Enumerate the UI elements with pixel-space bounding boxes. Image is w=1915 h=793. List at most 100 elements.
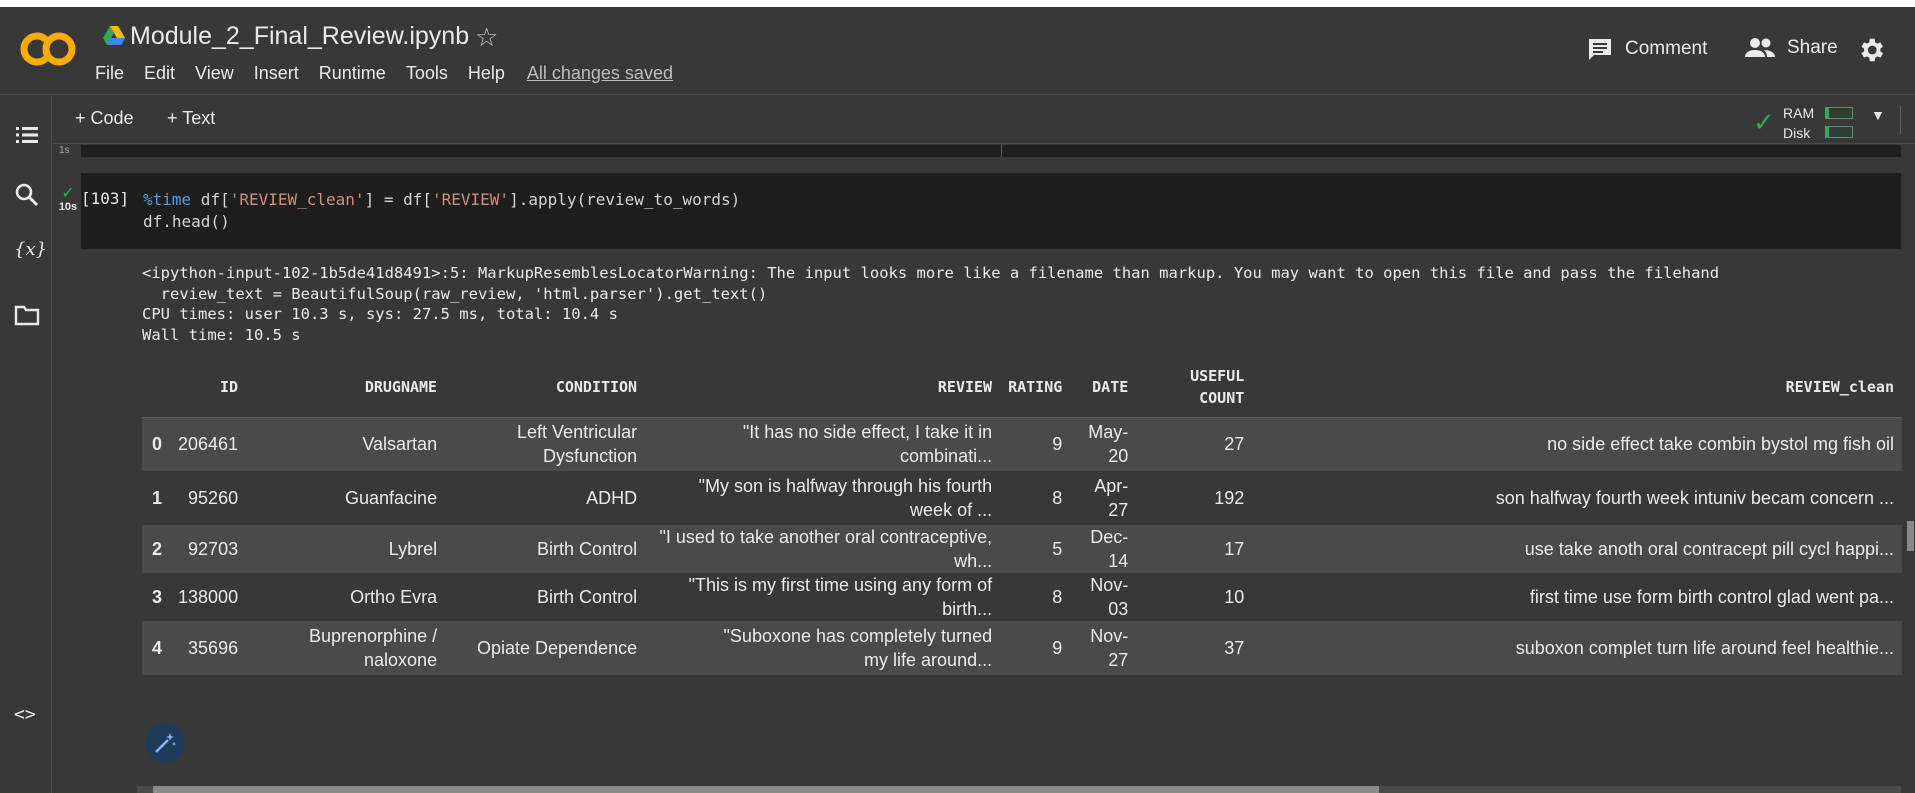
table-row: 4 35696 Buprenorphine / naloxone Opiate … [142, 621, 1902, 675]
menu-edit[interactable]: Edit [144, 63, 175, 84]
output-warning-line: <ipython-input-102-1b5de41d8491>:5: Mark… [142, 264, 1720, 282]
disk-label: Disk [1783, 125, 1811, 141]
connected-check-icon: ✓ [1753, 107, 1775, 137]
cell-review-clean: first time use form birth control glad w… [1252, 573, 1902, 621]
toolbar-divider [1900, 106, 1901, 134]
run-success-check-icon: ✓ [61, 185, 75, 202]
cell-review: "It has no side effect, I take it in com… [645, 417, 1001, 471]
cell-condition: Birth Control [445, 525, 646, 573]
row-index: 0 [142, 417, 171, 471]
menu-tools[interactable]: Tools [406, 63, 448, 84]
search-icon[interactable] [14, 182, 40, 208]
cell-drugname: Lybrel [246, 525, 446, 573]
output-cpu-times: CPU times: user 10.3 s, sys: 27.5 ms, to… [142, 305, 618, 323]
code-snippets-icon[interactable]: <> [14, 704, 36, 725]
notebook-content: 1s %time df['REVIEW_clean'] = df['REVIEW… [53, 145, 1915, 793]
cell-id: 95260 [170, 471, 247, 525]
column-header-drugname: DRUGNAME [246, 357, 446, 418]
cell-drugname: Guanfacine [246, 471, 446, 525]
column-header-rating: RATING [1000, 357, 1071, 418]
table-row: 1 95260 Guanfacine ADHD "My son is halfw… [142, 471, 1902, 525]
cell-review-clean: suboxon complet turn life around feel he… [1252, 621, 1902, 675]
cell-id: 92703 [170, 525, 247, 573]
magic-wand-icon [155, 733, 176, 753]
cell-id: 206461 [170, 417, 247, 471]
cell-review: "Suboxone has completely turned my life … [645, 621, 1001, 675]
table-header-row: ID DRUGNAME CONDITION REVIEW RATING DATE… [142, 357, 1902, 418]
column-header-id: ID [170, 357, 247, 418]
run-duration: 10s [58, 201, 78, 213]
scrollbar-thumb[interactable] [153, 786, 1379, 793]
save-status-link[interactable]: All changes saved [527, 63, 673, 84]
row-index: 2 [142, 525, 171, 573]
cell-useful-count: 17 [1136, 525, 1253, 573]
table-row: 2 92703 Lybrel Birth Control "I used to … [142, 525, 1902, 573]
share-button[interactable]: Share [1745, 37, 1838, 59]
cell-date: Nov-03 [1070, 573, 1137, 621]
cell-drugname: Ortho Evra [246, 573, 446, 621]
column-header-date: DATE [1070, 357, 1137, 418]
notebook-title[interactable]: Module_2_Final_Review.ipynb [130, 22, 469, 51]
generate-code-button[interactable] [145, 723, 185, 763]
cell-useful-count: 10 [1136, 573, 1253, 621]
menu-insert[interactable]: Insert [254, 63, 299, 84]
code-string: 'REVIEW_clean' [229, 190, 365, 209]
colab-logo-icon[interactable] [20, 29, 76, 69]
left-sidebar: {x} <> [0, 96, 52, 793]
menu-view[interactable]: View [195, 63, 234, 84]
files-folder-icon[interactable] [14, 302, 40, 328]
cell-review-clean: use take anoth oral contracept pill cycl… [1252, 525, 1902, 573]
cell-useful-count: 192 [1136, 471, 1253, 525]
cell-run-status[interactable]: ✓ 10s [55, 185, 81, 214]
code-editor[interactable]: %time df['REVIEW_clean'] = df['REVIEW'].… [143, 189, 740, 233]
menu-bar: File Edit View Insert Runtime Tools Help… [95, 63, 693, 84]
notebook-toolbar: + Code + Text ✓ RAM Disk ▼ [53, 96, 1915, 144]
cell-review-clean: son halfway fourth week intuniv becam co… [1252, 471, 1902, 525]
people-icon [1745, 38, 1775, 57]
cell-drugname: Valsartan [246, 417, 446, 471]
share-label: Share [1787, 37, 1838, 58]
menu-runtime[interactable]: Runtime [319, 63, 386, 84]
table-row: 0 206461 Valsartan Left Ventricular Dysf… [142, 417, 1902, 471]
cell-rating: 9 [1000, 621, 1071, 675]
cell-id: 138000 [170, 573, 247, 621]
comment-icon [1589, 39, 1611, 60]
previous-cell-status: 1s [59, 145, 70, 156]
column-header-useful-count: USEFUL COUNT [1136, 357, 1253, 418]
output-line: review_text = BeautifulSoup(raw_review, … [142, 284, 768, 303]
cell-useful-count: 37 [1136, 621, 1253, 675]
settings-gear-icon[interactable] [1856, 35, 1886, 65]
ram-label: RAM [1783, 105, 1815, 121]
cell-review: "My son is halfway through his fourth we… [645, 471, 1001, 525]
row-index: 1 [142, 471, 171, 525]
execution-count: [103] [81, 189, 130, 208]
cell-rating: 5 [1000, 525, 1071, 573]
variables-icon[interactable]: {x} [14, 239, 47, 265]
code-line-2: df.head() [143, 212, 230, 231]
row-index: 4 [142, 621, 171, 675]
dataframe-table: ID DRUGNAME CONDITION REVIEW RATING DATE… [142, 357, 1902, 675]
add-code-cell-button[interactable]: + Code [75, 108, 134, 129]
code-cell[interactable]: %time df['REVIEW_clean'] = df['REVIEW'].… [81, 173, 1901, 249]
cell-condition: Left Ventricular Dysfunction [445, 417, 646, 471]
horizontal-scrollbar[interactable] [137, 786, 1901, 793]
menu-help[interactable]: Help [468, 63, 505, 84]
output-wall-time: Wall time: 10.5 s [142, 325, 301, 344]
code-token: df[ [191, 190, 230, 209]
runtime-resources-indicator[interactable]: ✓ RAM Disk ▼ [1753, 101, 1885, 141]
chevron-down-icon[interactable]: ▼ [1871, 107, 1885, 123]
add-text-cell-button[interactable]: + Text [167, 108, 215, 129]
cell-rating: 9 [1000, 417, 1071, 471]
code-string: 'REVIEW' [432, 190, 510, 209]
menu-file[interactable]: File [95, 63, 124, 84]
comment-button[interactable]: Comment [1587, 37, 1707, 61]
previous-cell-output [81, 145, 1901, 157]
comment-label: Comment [1625, 38, 1708, 59]
vertical-scrollbar-thumb[interactable] [1907, 521, 1914, 551]
code-token: ] = df[ [364, 190, 432, 209]
table-row: 3 138000 Ortho Evra Birth Control "This … [142, 573, 1902, 621]
cell-date: Apr-27 [1070, 471, 1137, 525]
star-icon[interactable]: ☆ [475, 22, 498, 53]
table-of-contents-icon[interactable] [14, 122, 40, 148]
cell-review: "This is my first time using any form of… [645, 573, 1001, 621]
